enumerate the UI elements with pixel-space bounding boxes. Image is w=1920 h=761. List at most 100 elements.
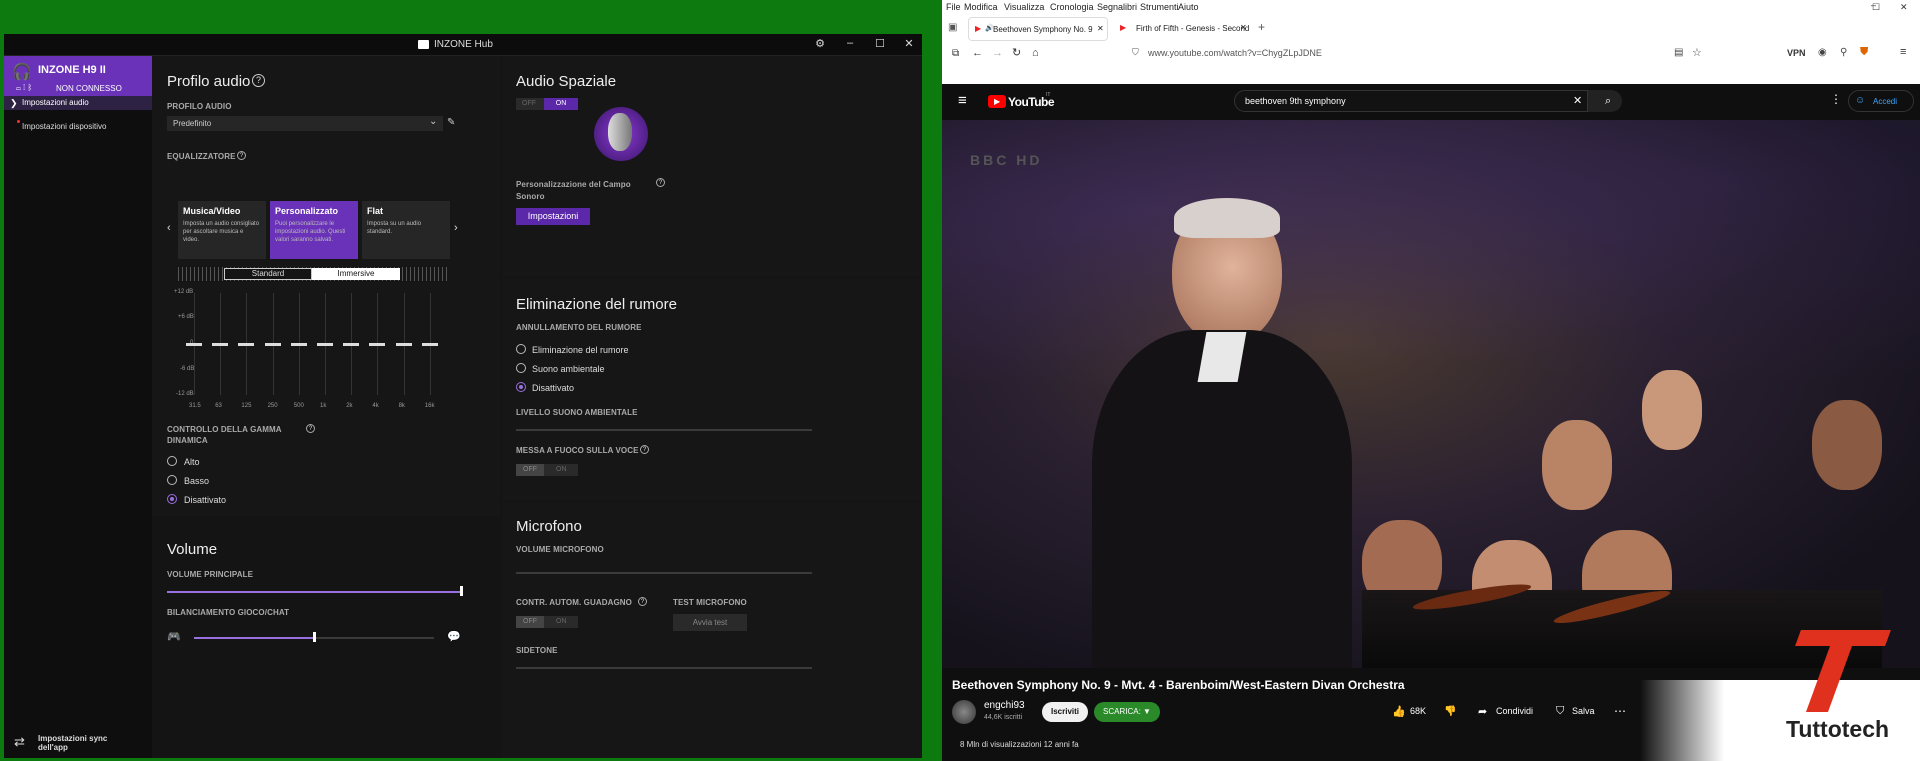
balance-thumb[interactable]: [313, 632, 316, 642]
help-icon[interactable]: ?: [237, 151, 246, 160]
mic-test-button[interactable]: Avvia test: [673, 614, 747, 631]
sidetone-track[interactable]: [516, 667, 812, 669]
reload-button[interactable]: ↻: [1012, 46, 1021, 59]
share-icon[interactable]: ➦: [1478, 705, 1487, 718]
sidebar-item-device[interactable]: Impostazioni dispositivo: [4, 120, 152, 131]
home-button[interactable]: ⌂: [1032, 47, 1039, 59]
help-icon[interactable]: ?: [252, 74, 265, 87]
hamburger-icon[interactable]: ≡: [958, 92, 967, 109]
tab-beethoven[interactable]: ▶ 🔊 Beethoven Symphony No. 9 ✕: [968, 17, 1108, 41]
drc-radio-off[interactable]: [167, 494, 177, 504]
ambient-level-track[interactable]: [516, 429, 812, 431]
card-desc: Imposta un audio consigliato per ascolta…: [183, 221, 260, 243]
eq-band-handle[interactable]: [317, 343, 333, 346]
chevron-right-icon[interactable]: ›: [454, 222, 458, 234]
maximize-button[interactable]: ☐: [1872, 2, 1880, 13]
close-button[interactable]: ✕: [899, 37, 919, 50]
minimize-button[interactable]: –: [840, 37, 860, 49]
eq-band-handle[interactable]: [212, 343, 229, 346]
channel-name[interactable]: engchi93: [984, 700, 1025, 711]
eq-band-handle[interactable]: [290, 343, 307, 346]
channel-avatar[interactable]: [952, 700, 976, 724]
account-icon[interactable]: ◉: [1818, 47, 1827, 58]
download-button[interactable]: SCARICA: ▼: [1094, 702, 1160, 722]
menu-icon[interactable]: ≡: [1900, 46, 1906, 58]
vpn-button[interactable]: VPN: [1787, 48, 1806, 58]
sync-settings-link[interactable]: Impostazioni sync dell'app: [38, 734, 128, 752]
menu-edit[interactable]: Modifica: [964, 2, 998, 12]
gear-icon[interactable]: ⚙: [810, 37, 830, 50]
url-bar[interactable]: ⛉ www.youtube.com/watch?v=ChygZLpJDNE: [1132, 44, 1652, 62]
drc-radio-basso[interactable]: [167, 475, 177, 485]
video-title: Beethoven Symphony No. 9 - Mvt. 4 - Bare…: [952, 678, 1405, 692]
save-icon[interactable]: ⛉: [1556, 705, 1564, 718]
profile-select[interactable]: Predefinito ⌄: [167, 116, 443, 131]
eq-band-handle[interactable]: [238, 343, 255, 346]
menu-help[interactable]: Aiuto: [1178, 2, 1199, 12]
help-icon[interactable]: ?: [638, 597, 647, 606]
tab-genesis[interactable]: ▶ Firth of Fifth - Genesis - Second ✕: [1112, 17, 1252, 41]
search-input[interactable]: beethoven 9th symphony ✕: [1234, 90, 1588, 112]
noise-radio-ambient[interactable]: [516, 363, 526, 373]
search-button[interactable]: ⌕: [1588, 90, 1622, 112]
spatial-toggle[interactable]: OFF ON: [516, 98, 578, 110]
dislike-icon[interactable]: 👎: [1444, 706, 1456, 717]
close-button[interactable]: ✕: [1900, 2, 1908, 13]
noise-radio-nc[interactable]: [516, 344, 526, 354]
menu-view[interactable]: Visualizza: [1004, 2, 1044, 12]
eq-band-handle[interactable]: [264, 343, 281, 346]
signin-button[interactable]: ☺ Accedi: [1848, 90, 1914, 112]
subscribe-button[interactable]: Iscriviti: [1042, 702, 1088, 722]
brave-icon[interactable]: ⛊: [1860, 46, 1868, 59]
reader-icon[interactable]: ▤: [1674, 47, 1683, 58]
eq-band-handle[interactable]: [186, 343, 202, 346]
eq-band-handle[interactable]: [395, 343, 412, 346]
tab-view-icon[interactable]: ▣: [948, 22, 957, 33]
back-button[interactable]: ←: [972, 47, 983, 59]
menu-tools[interactable]: Strumenti: [1140, 2, 1179, 12]
sidebar-item-audio[interactable]: ❯ Impostazioni audio: [4, 96, 152, 110]
eq-band-handle[interactable]: [421, 343, 438, 346]
new-tab-button[interactable]: +: [1258, 20, 1265, 34]
drc-radio-alto[interactable]: [167, 456, 177, 466]
spatial-settings-button[interactable]: Impostazioni: [516, 208, 590, 225]
star-icon[interactable]: ☆: [1692, 46, 1702, 59]
menu-bookmarks[interactable]: Segnalibri: [1097, 2, 1137, 12]
eq-band-handle[interactable]: [369, 343, 386, 346]
close-icon[interactable]: ✕: [1240, 23, 1247, 32]
menu-history[interactable]: Cronologia: [1050, 2, 1094, 12]
mode-immersive[interactable]: Immersive: [312, 268, 400, 280]
clear-icon[interactable]: ✕: [1573, 94, 1582, 107]
maximize-button[interactable]: ☐: [870, 37, 890, 50]
preset-card-flat[interactable]: Flat Imposta su un audio standard.: [362, 201, 450, 259]
forward-button[interactable]: →: [992, 47, 1003, 59]
preset-card-custom[interactable]: Personalizzato Puoi personalizzare le im…: [270, 201, 358, 259]
device-card[interactable]: 🎧 INZONE H9 II ▭ ⁞ ᛒ NON CONNESSO: [4, 56, 152, 96]
video-player[interactable]: BBC HD: [942, 120, 1920, 668]
help-icon[interactable]: ?: [306, 424, 315, 433]
extensions-icon[interactable]: ⚲: [1840, 47, 1847, 58]
mode-standard[interactable]: Standard: [224, 268, 312, 280]
share-label[interactable]: Condividi: [1496, 706, 1533, 716]
chevron-left-icon[interactable]: ‹: [167, 222, 171, 234]
menu-file[interactable]: File: [946, 2, 961, 12]
edit-icon[interactable]: ✎: [447, 117, 455, 128]
youtube-logo-icon[interactable]: ▶: [988, 95, 1006, 108]
voice-focus-toggle[interactable]: OFF ON: [516, 464, 578, 476]
preset-card-music[interactable]: Musica/Video Imposta un audio consigliat…: [178, 201, 266, 259]
close-icon[interactable]: ✕: [1097, 24, 1104, 33]
eq-band-label: 2k: [346, 403, 353, 409]
eq-band-handle[interactable]: [343, 343, 360, 346]
drc-option-label: Alto: [184, 457, 200, 467]
save-label[interactable]: Salva: [1572, 706, 1595, 716]
like-icon[interactable]: 👍: [1392, 705, 1406, 718]
help-icon[interactable]: ?: [656, 178, 665, 187]
main-volume-thumb[interactable]: [460, 586, 463, 596]
noise-radio-off[interactable]: [516, 382, 526, 392]
more-icon[interactable]: ⋯: [1614, 704, 1626, 718]
sidebar-toggle-icon[interactable]: ⧉: [952, 48, 959, 59]
agc-toggle[interactable]: OFF ON: [516, 616, 578, 628]
help-icon[interactable]: ?: [640, 445, 649, 454]
mic-volume-track[interactable]: [516, 572, 812, 574]
more-options-icon[interactable]: ⋮: [1830, 92, 1842, 106]
